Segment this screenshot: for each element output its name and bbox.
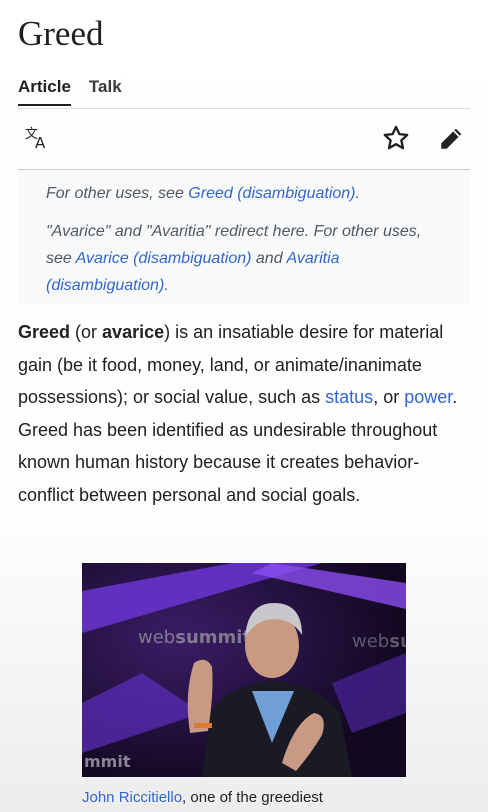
hatnote-box: For other uses, see Greed (disambiguatio… xyxy=(18,170,470,304)
article-tabs: Article Talk xyxy=(18,77,122,106)
caption-text: , one of the greediest xyxy=(182,789,323,806)
lead-term-greed: Greed xyxy=(18,322,71,342)
hatnote-redirect: "Avarice" and "Avaritia" redirect here. … xyxy=(46,218,444,299)
tab-talk[interactable]: Talk xyxy=(89,77,122,106)
hatnote-text: For other uses, see xyxy=(46,185,189,202)
page-title: Greed xyxy=(18,14,104,53)
lead-term-avarice: avarice xyxy=(102,322,165,342)
figure-image[interactable]: websummit websu mmit xyxy=(82,563,406,777)
link-status[interactable]: status xyxy=(325,387,373,407)
hatnote-text: . xyxy=(355,185,360,202)
figure-caption: John Riccitiello, one of the greediest xyxy=(82,789,323,806)
websummit-logo-text-bottom: mmit xyxy=(84,752,131,771)
link-avarice-disambiguation[interactable]: Avarice (disambiguation) xyxy=(76,250,252,267)
link-greed-disambiguation[interactable]: Greed (disambiguation) xyxy=(188,185,355,202)
page-actions-toolbar: 文 A xyxy=(18,118,470,168)
tab-article[interactable]: Article xyxy=(18,77,71,106)
hatnote-text: and xyxy=(251,250,287,267)
tabs-divider xyxy=(18,108,470,109)
websummit-logo-text-right: websu xyxy=(352,631,406,652)
link-john-riccitiello[interactable]: John Riccitiello xyxy=(82,789,182,806)
star-icon[interactable] xyxy=(382,124,410,159)
lead-paragraph: Greed (or avarice) is an insatiable desi… xyxy=(18,316,470,511)
link-power[interactable]: power xyxy=(404,387,452,407)
websummit-logo-text: websummit xyxy=(138,627,251,648)
hatnote-disambiguation: For other uses, see Greed (disambiguatio… xyxy=(46,180,444,207)
language-icon[interactable]: 文 A xyxy=(24,125,52,157)
hatnote-text: . xyxy=(164,277,169,294)
lead-text: , or xyxy=(373,387,405,407)
svg-text:A: A xyxy=(35,134,46,151)
lead-text: (or xyxy=(70,322,103,342)
edit-pencil-icon[interactable] xyxy=(438,126,464,157)
